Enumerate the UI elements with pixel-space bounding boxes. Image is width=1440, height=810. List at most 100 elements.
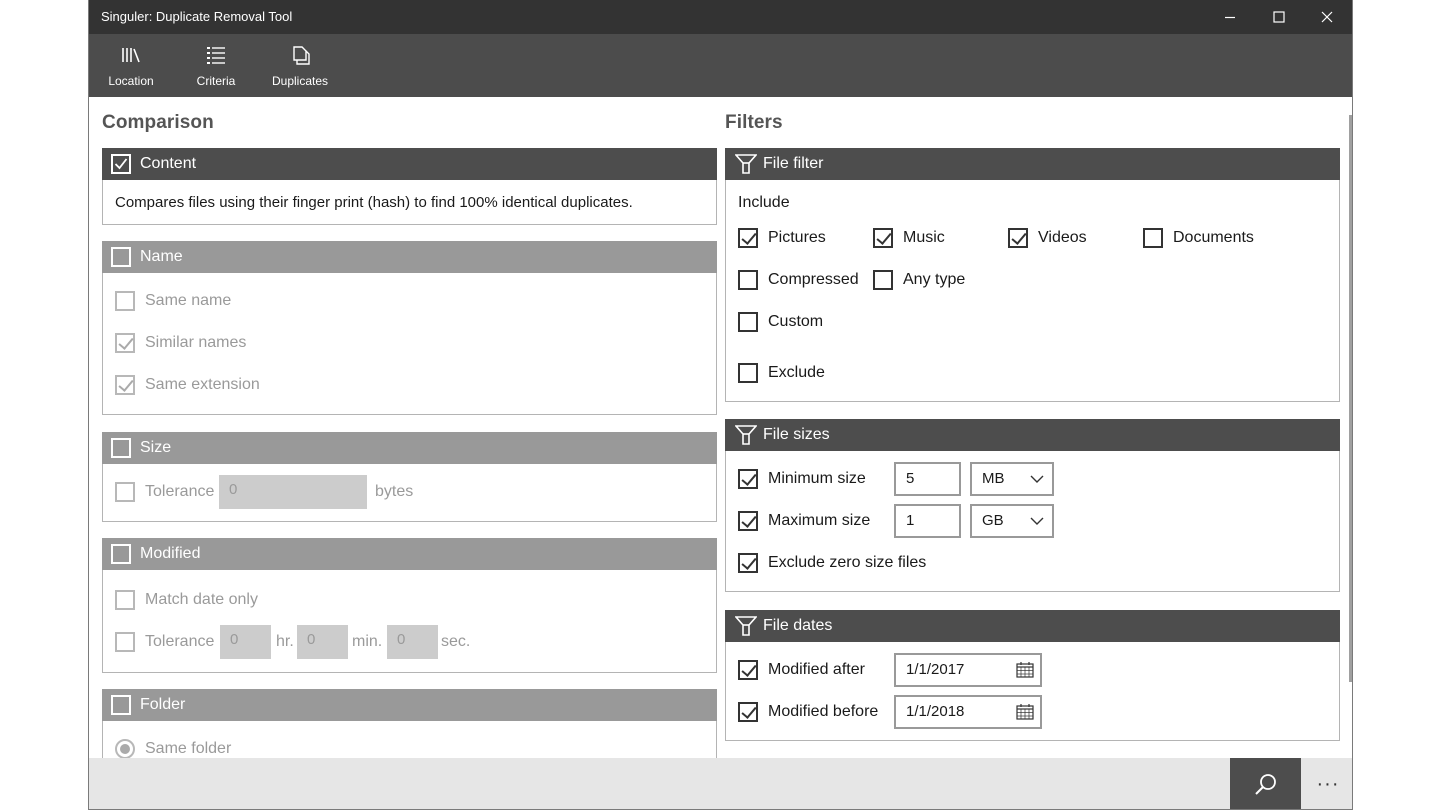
- exclude-zero-label: Exclude zero size files: [768, 554, 927, 571]
- modified-after-date-picker[interactable]: 1/1/2017: [894, 653, 1042, 687]
- content-header[interactable]: Content: [102, 148, 717, 180]
- match-date-label: Match date only: [145, 591, 258, 608]
- modified-before-checkbox[interactable]: [738, 702, 758, 722]
- maximize-button[interactable]: [1255, 0, 1303, 34]
- hours-input[interactable]: 0: [220, 625, 271, 659]
- minimum-size-input[interactable]: 5: [894, 462, 961, 496]
- pictures-checkbox[interactable]: [738, 228, 758, 248]
- videos-checkbox[interactable]: [1008, 228, 1028, 248]
- nav-location[interactable]: Location: [96, 34, 166, 97]
- same-extension-label: Same extension: [145, 376, 260, 393]
- nav-criteria[interactable]: Criteria: [181, 34, 251, 97]
- window-title: Singuler: Duplicate Removal Tool: [101, 9, 293, 24]
- exclude-checkbox[interactable]: [738, 363, 758, 383]
- vertical-scrollbar[interactable]: [1349, 115, 1352, 682]
- size-tolerance-checkbox[interactable]: [115, 482, 135, 502]
- any-type-label: Any type: [903, 271, 966, 288]
- music-label: Music: [903, 229, 945, 246]
- search-button[interactable]: [1230, 758, 1301, 809]
- modified-after-value: 1/1/2017: [906, 661, 965, 678]
- name-header[interactable]: Name: [102, 241, 717, 273]
- file-sizes-header: File sizes: [725, 419, 1340, 451]
- calendar-icon: [1016, 704, 1034, 720]
- minutes-unit: min.: [352, 633, 383, 650]
- library-icon: [96, 45, 166, 67]
- minimum-size-checkbox[interactable]: [738, 469, 758, 489]
- documents-label: Documents: [1173, 229, 1254, 246]
- filter-icon: [735, 425, 757, 445]
- custom-checkbox[interactable]: [738, 312, 758, 332]
- custom-label: Custom: [768, 313, 824, 330]
- more-options-button[interactable]: ···: [1303, 758, 1352, 809]
- size-checkbox[interactable]: [111, 438, 131, 458]
- similar-names-label: Similar names: [145, 334, 247, 351]
- nav-toolbar: Location Criteria Duplicates: [89, 34, 1352, 97]
- minimum-size-label: Minimum size: [768, 470, 866, 487]
- same-name-checkbox[interactable]: [115, 291, 135, 311]
- folder-header[interactable]: Folder: [102, 689, 717, 721]
- videos-label: Videos: [1038, 229, 1087, 246]
- filter-icon: [735, 616, 757, 636]
- same-folder-radio[interactable]: [115, 739, 135, 758]
- size-header[interactable]: Size: [102, 432, 717, 464]
- modified-before-date-picker[interactable]: 1/1/2018: [894, 695, 1042, 729]
- same-extension-checkbox[interactable]: [115, 375, 135, 395]
- minutes-input[interactable]: 0: [297, 625, 348, 659]
- filters-heading: Filters: [725, 112, 783, 133]
- modified-tolerance-checkbox[interactable]: [115, 632, 135, 652]
- size-group: Size Tolerance 0 bytes: [102, 432, 717, 522]
- close-button[interactable]: [1303, 0, 1351, 34]
- content-description: Compares files using their finger print …: [115, 194, 633, 211]
- maximum-size-unit-select[interactable]: GB: [970, 504, 1054, 538]
- file-filter-label: File filter: [763, 155, 824, 172]
- seconds-input[interactable]: 0: [387, 625, 438, 659]
- pictures-label: Pictures: [768, 229, 826, 246]
- copy-icon: [265, 45, 335, 67]
- music-checkbox[interactable]: [873, 228, 893, 248]
- minimize-button[interactable]: [1206, 0, 1254, 34]
- file-dates-group: File dates Modified after 1/1/2017 Modif…: [725, 610, 1340, 741]
- content-area: Comparison Content Compares files using …: [89, 97, 1352, 758]
- documents-checkbox[interactable]: [1143, 228, 1163, 248]
- include-label: Include: [738, 194, 790, 211]
- modified-label: Modified: [140, 545, 201, 562]
- file-filter-header: File filter: [725, 148, 1340, 180]
- minimum-size-unit-select[interactable]: MB: [970, 462, 1054, 496]
- seconds-unit: sec.: [441, 633, 471, 650]
- maximum-size-input[interactable]: 1: [894, 504, 961, 538]
- size-tolerance-input[interactable]: 0: [219, 475, 367, 509]
- maximum-size-checkbox[interactable]: [738, 511, 758, 531]
- any-type-checkbox[interactable]: [873, 270, 893, 290]
- modified-group: Modified Match date only Tolerance 0 hr.…: [102, 538, 717, 673]
- size-unit-label: bytes: [375, 483, 414, 500]
- modified-checkbox[interactable]: [111, 544, 131, 564]
- compressed-label: Compressed: [768, 271, 859, 288]
- nav-duplicates[interactable]: Duplicates: [265, 34, 335, 97]
- exclude-zero-checkbox[interactable]: [738, 553, 758, 573]
- close-icon: [1321, 11, 1333, 23]
- search-icon: [1254, 774, 1276, 795]
- folder-checkbox[interactable]: [111, 695, 131, 715]
- name-checkbox[interactable]: [111, 247, 131, 267]
- modified-after-checkbox[interactable]: [738, 660, 758, 680]
- nav-location-label: Location: [108, 74, 154, 88]
- exclude-label: Exclude: [768, 364, 825, 381]
- app-window: Singuler: Duplicate Removal Tool Locatio…: [88, 0, 1353, 810]
- list-icon: [181, 45, 251, 67]
- file-dates-header: File dates: [725, 610, 1340, 642]
- check-icon: [114, 158, 128, 170]
- match-date-checkbox[interactable]: [115, 590, 135, 610]
- modified-header[interactable]: Modified: [102, 538, 717, 570]
- modified-tolerance-label: Tolerance: [145, 633, 215, 650]
- similar-names-checkbox[interactable]: [115, 333, 135, 353]
- command-bar: ···: [89, 758, 1352, 809]
- content-checkbox[interactable]: [111, 154, 131, 174]
- chevron-down-icon: [1030, 517, 1044, 525]
- nav-criteria-label: Criteria: [196, 74, 236, 88]
- maximum-size-label: Maximum size: [768, 512, 871, 529]
- content-label: Content: [140, 155, 197, 172]
- modified-before-label: Modified before: [768, 703, 879, 720]
- minimum-size-unit-value: MB: [982, 470, 1005, 487]
- compressed-checkbox[interactable]: [738, 270, 758, 290]
- chevron-down-icon: [1030, 475, 1044, 483]
